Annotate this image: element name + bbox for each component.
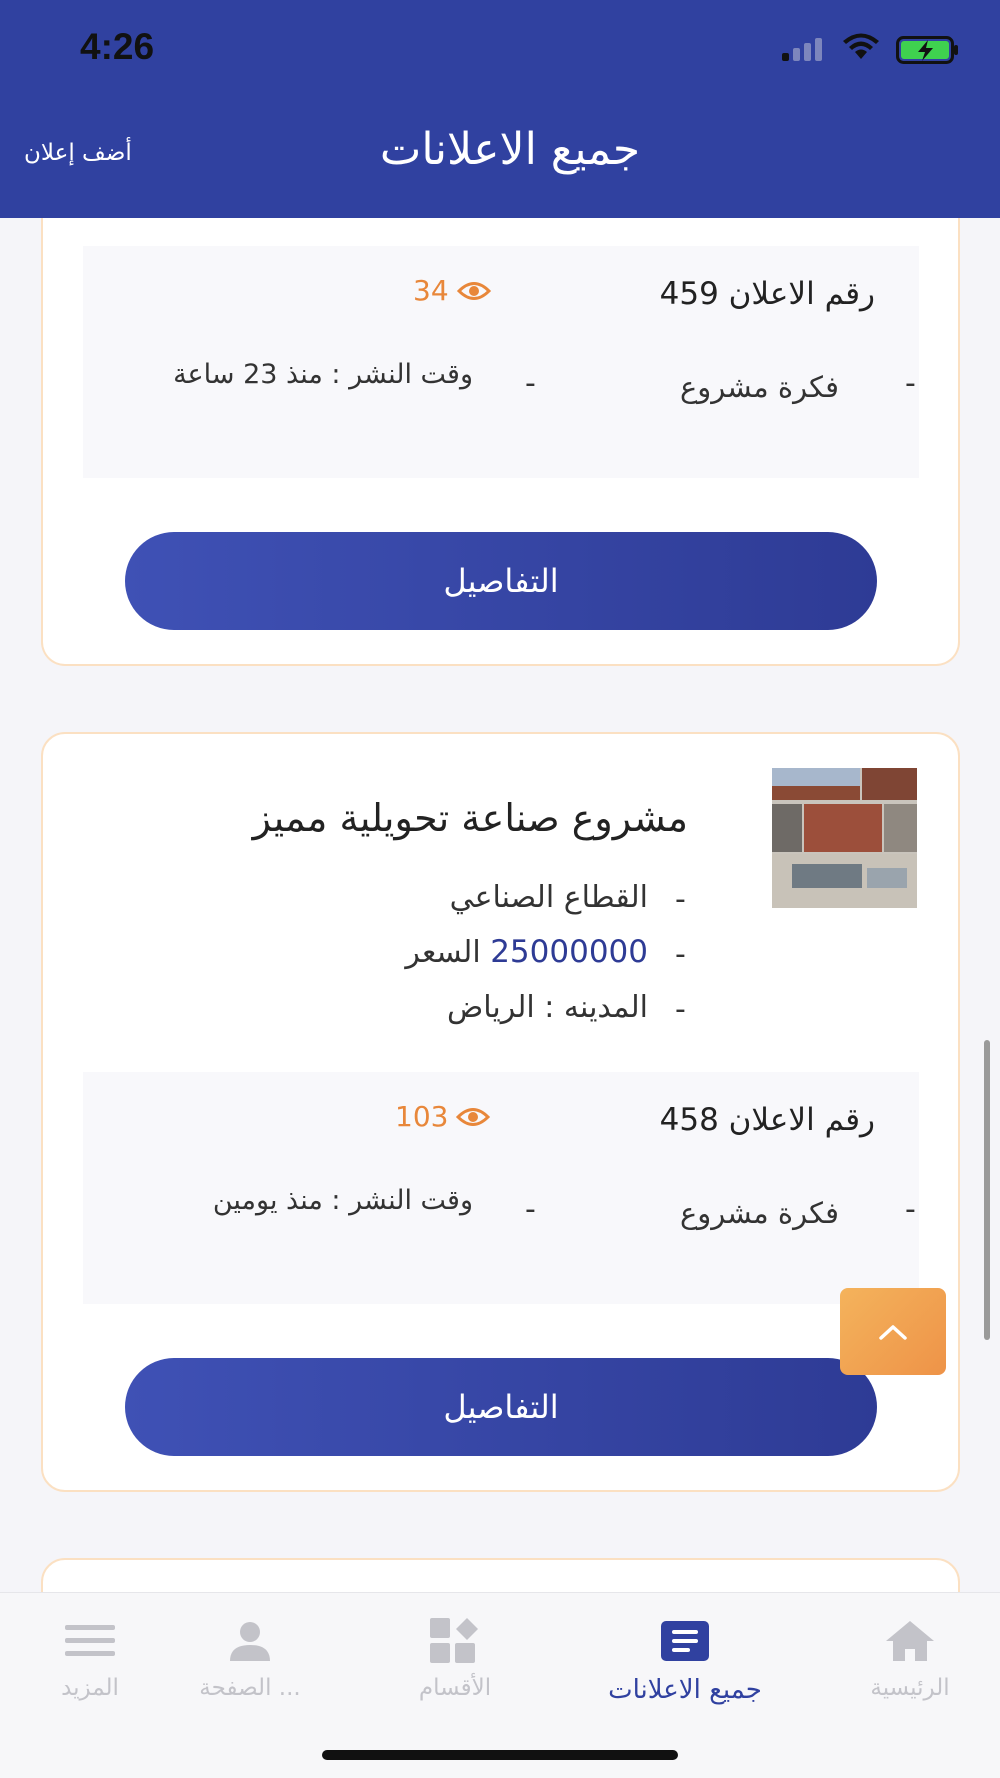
categories-icon	[430, 1618, 478, 1663]
home-indicator	[322, 1750, 678, 1760]
bullet-dash: -	[905, 1192, 916, 1227]
details-button[interactable]: التفاصيل	[125, 1358, 877, 1456]
scrollbar[interactable]	[984, 1040, 990, 1340]
view-count: 103	[395, 1100, 491, 1133]
tab-all-ads[interactable]: جميع الاعلانات	[580, 1593, 790, 1723]
bullet-dash: -	[675, 937, 686, 972]
ad-info-box: رقم الاعلان 458 103 - فكرة مشروع - وقت ا…	[83, 1072, 919, 1304]
list-icon	[661, 1621, 709, 1661]
page-title: جميع الاعلانات	[379, 124, 641, 175]
battery-charging-icon	[896, 36, 958, 64]
eye-icon	[456, 281, 491, 300]
post-time: وقت النشر : منذ 23 ساعة	[173, 359, 473, 390]
listing-sector: القطاع الصناعي	[449, 880, 648, 915]
bullet-dash: -	[525, 366, 536, 401]
tab-categories[interactable]: الأقسام	[395, 1593, 515, 1723]
home-icon	[886, 1621, 934, 1661]
ad-number: رقم الاعلان 459	[659, 276, 875, 312]
tab-categories-label: الأقسام	[418, 1675, 492, 1701]
eye-icon	[456, 1107, 491, 1126]
tab-home[interactable]: الرئيسية	[850, 1593, 970, 1723]
listing-price: 25000000 السعر	[405, 934, 648, 970]
price-value: 25000000	[490, 934, 648, 970]
tab-home-label: الرئيسية	[870, 1675, 950, 1701]
wifi-icon	[843, 33, 879, 59]
cellular-signal-icon	[782, 38, 822, 61]
bullet-dash: -	[905, 366, 916, 401]
tab-profile-label: الصفحة ...	[199, 1675, 301, 1701]
price-label: السعر	[405, 935, 481, 970]
view-count: 34	[413, 274, 491, 307]
post-time: وقت النشر : منذ يومين	[212, 1185, 473, 1216]
ad-category: فكرة مشروع	[679, 1196, 839, 1230]
chevron-up-icon	[879, 1324, 907, 1340]
listing-title[interactable]: مشروع صناعة تحويلية مميز	[253, 796, 688, 840]
ad-info-box: رقم الاعلان 459 34 - فكرة مشروع - وقت ال…	[83, 246, 919, 478]
bullet-dash: -	[525, 1192, 536, 1227]
app-header: 4:26 أضف إعلان جميع الاعلانات	[0, 0, 1000, 218]
scroll-to-top-button[interactable]	[840, 1288, 946, 1375]
listing-city: المدينه : الرياض	[446, 990, 648, 1025]
view-count-value: 103	[395, 1100, 449, 1133]
status-time: 4:26	[80, 26, 155, 67]
bullet-dash: -	[675, 882, 686, 917]
ad-category: فكرة مشروع	[679, 370, 839, 404]
add-ad-button[interactable]: أضف إعلان	[24, 140, 154, 166]
menu-icon	[65, 1625, 115, 1656]
tab-more[interactable]: المزيد	[30, 1593, 150, 1723]
listing-thumbnail[interactable]	[772, 768, 917, 908]
user-icon	[230, 1622, 270, 1661]
tab-profile[interactable]: الصفحة ...	[185, 1593, 315, 1723]
listing-card: رقم الاعلان 459 34 - فكرة مشروع - وقت ال…	[41, 150, 960, 666]
ad-number: رقم الاعلان 458	[659, 1102, 875, 1138]
tab-more-label: المزيد	[61, 1675, 119, 1701]
view-count-value: 34	[413, 274, 449, 307]
listing-card: مشروع صناعة تحويلية مميز - القطاع الصناع…	[41, 732, 960, 1492]
tab-all-ads-label: جميع الاعلانات	[608, 1675, 762, 1705]
bullet-dash: -	[675, 992, 686, 1027]
details-button[interactable]: التفاصيل	[125, 532, 877, 630]
